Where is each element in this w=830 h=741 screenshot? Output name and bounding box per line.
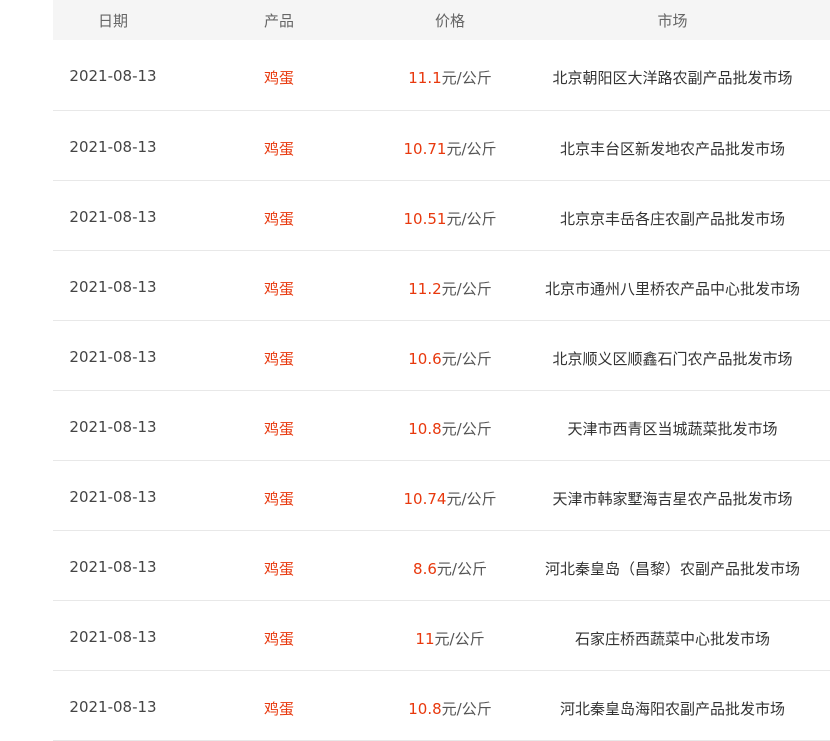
cell-price: 10.51元/公斤	[385, 180, 515, 250]
column-header-date: 日期	[97, 11, 128, 30]
cell-date: 2021-08-13	[69, 67, 157, 85]
table-row: 2021-08-13 鸡蛋 10.74元/公斤 天津市韩家墅海吉星农产品批发市场	[53, 460, 830, 530]
price-value: 11	[415, 629, 435, 648]
price-unit: 元/公斤	[446, 139, 497, 158]
cell-price: 10.74元/公斤	[385, 460, 515, 530]
column-header-price: 价格	[434, 11, 465, 30]
cell-market-link[interactable]: 河北秦皇岛（昌黎）农副产品批发市场	[515, 530, 830, 600]
table-header: 日期 产品 价格 市场	[53, 0, 830, 40]
cell-price: 10.71元/公斤	[385, 110, 515, 180]
price-unit: 元/公斤	[441, 279, 492, 298]
price-value: 11.2	[408, 279, 442, 298]
cell-market-link[interactable]: 北京顺义区顺鑫石门农产品批发市场	[515, 320, 830, 390]
price-table-container: 日期 产品 价格 市场 2021-08-13 鸡蛋 11.1元/公斤 北京朝阳区大洋路…	[53, 0, 830, 741]
price-value: 11.1	[408, 69, 442, 87]
cell-date: 2021-08-13	[69, 137, 157, 156]
cell-date: 2021-08-13	[69, 487, 157, 506]
price-unit: 元/公斤	[436, 559, 487, 578]
price-unit: 元/公斤	[441, 699, 492, 718]
price-unit: 元/公斤	[446, 489, 497, 508]
price-unit: 元/公斤	[446, 209, 497, 228]
price-value: 10.71	[403, 139, 447, 158]
column-header-product: 产品	[263, 11, 294, 30]
price-unit: 元/公斤	[441, 349, 492, 368]
cell-price: 11.1元/公斤	[385, 40, 515, 110]
table-body: 2021-08-13 鸡蛋 11.1元/公斤 北京朝阳区大洋路农副产品批发市场 2021…	[53, 40, 830, 740]
cell-product-link[interactable]: 鸡蛋	[173, 460, 385, 530]
price-value: 10.8	[408, 699, 442, 718]
table-row: 2021-08-13 鸡蛋 10.6元/公斤 北京顺义区顺鑫石门农产品批发市场	[53, 320, 830, 390]
cell-date: 2021-08-13	[69, 417, 157, 436]
cell-product-link[interactable]: 鸡蛋	[173, 670, 385, 740]
cell-market-link[interactable]: 北京京丰岳各庄农副产品批发市场	[515, 180, 830, 250]
cell-date: 2021-08-13	[69, 347, 157, 366]
cell-market-link[interactable]: 天津市韩家墅海吉星农产品批发市场	[515, 460, 830, 530]
price-value: 10.51	[403, 209, 447, 228]
cell-product-link[interactable]: 鸡蛋	[173, 390, 385, 460]
table-row: 2021-08-13 鸡蛋 11元/公斤 石家庄桥西蔬菜中心批发市场	[53, 600, 830, 670]
price-table: 日期 产品 价格 市场 2021-08-13 鸡蛋 11.1元/公斤 北京朝阳区大洋路…	[53, 0, 830, 741]
cell-price: 10.6元/公斤	[385, 320, 515, 390]
table-row: 2021-08-13 鸡蛋 8.6元/公斤 河北秦皇岛（昌黎）农副产品批发市场	[53, 530, 830, 600]
price-unit: 元/公斤	[434, 629, 485, 648]
cell-product-link[interactable]: 鸡蛋	[173, 320, 385, 390]
table-row: 2021-08-13 鸡蛋 10.51元/公斤 北京京丰岳各庄农副产品批发市场	[53, 180, 830, 250]
price-unit: 元/公斤	[441, 69, 492, 87]
cell-market-link[interactable]: 北京丰台区新发地农产品批发市场	[515, 110, 830, 180]
price-value: 10.74	[403, 489, 447, 508]
table-row: 2021-08-13 鸡蛋 10.71元/公斤 北京丰台区新发地农产品批发市场	[53, 110, 830, 180]
cell-market-link[interactable]: 天津市西青区当城蔬菜批发市场	[515, 390, 830, 460]
cell-price: 11元/公斤	[385, 600, 515, 670]
cell-date: 2021-08-13	[69, 627, 157, 646]
table-row: 2021-08-13 鸡蛋 10.8元/公斤 天津市西青区当城蔬菜批发市场	[53, 390, 830, 460]
cell-price: 10.8元/公斤	[385, 390, 515, 460]
cell-date: 2021-08-13	[69, 207, 157, 226]
table-row: 2021-08-13 鸡蛋 11.2元/公斤 北京市通州八里桥农产品中心批发市场	[53, 250, 830, 320]
table-row: 2021-08-13 鸡蛋 11.1元/公斤 北京朝阳区大洋路农副产品批发市场	[53, 40, 830, 110]
cell-product-link[interactable]: 鸡蛋	[173, 250, 385, 320]
cell-product-link[interactable]: 鸡蛋	[173, 530, 385, 600]
price-value: 10.6	[408, 349, 442, 368]
header-row: 日期 产品 价格 市场	[53, 0, 830, 40]
price-value: 10.8	[408, 419, 442, 438]
cell-product-link[interactable]: 鸡蛋	[173, 110, 385, 180]
cell-date: 2021-08-13	[69, 557, 157, 576]
cell-market-link[interactable]: 北京市通州八里桥农产品中心批发市场	[515, 250, 830, 320]
price-unit: 元/公斤	[441, 419, 492, 438]
cell-price: 8.6元/公斤	[385, 530, 515, 600]
cell-price: 11.2元/公斤	[385, 250, 515, 320]
cell-product-link[interactable]: 鸡蛋	[173, 600, 385, 670]
column-header-market: 市场	[657, 11, 688, 30]
cell-market-link[interactable]: 北京朝阳区大洋路农副产品批发市场	[515, 40, 830, 110]
cell-date: 2021-08-13	[69, 697, 157, 716]
cell-market-link[interactable]: 河北秦皇岛海阳农副产品批发市场	[515, 670, 830, 740]
cell-product-link[interactable]: 鸡蛋	[173, 180, 385, 250]
cell-product-link[interactable]: 鸡蛋	[173, 40, 385, 110]
table-row: 2021-08-13 鸡蛋 10.8元/公斤 河北秦皇岛海阳农副产品批发市场	[53, 670, 830, 740]
cell-price: 10.8元/公斤	[385, 670, 515, 740]
price-value: 8.6	[413, 559, 437, 578]
cell-date: 2021-08-13	[69, 277, 157, 296]
cell-market-link[interactable]: 石家庄桥西蔬菜中心批发市场	[515, 600, 830, 670]
